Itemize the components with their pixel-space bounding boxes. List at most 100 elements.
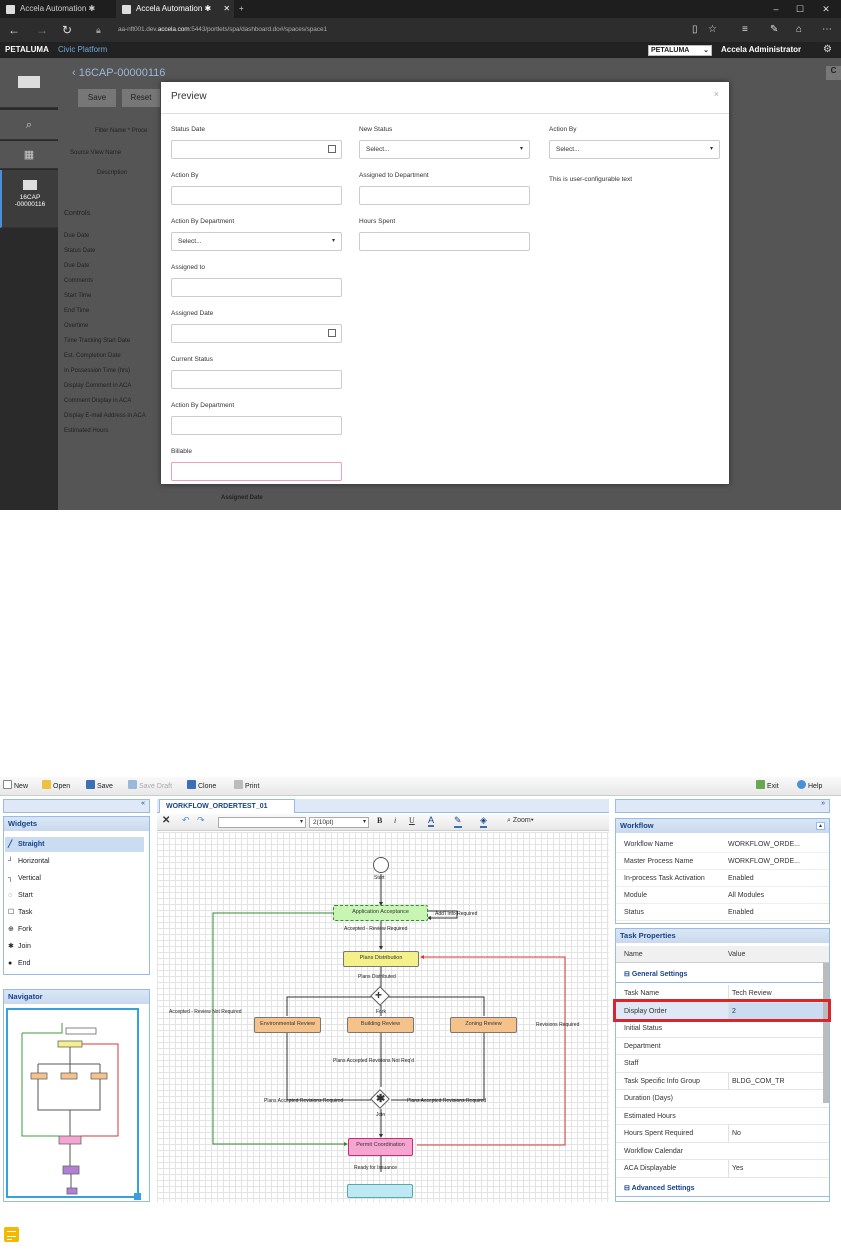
help-button[interactable]: Help xyxy=(797,777,822,796)
widget-item[interactable]: ┘ Horizontal xyxy=(5,854,144,869)
reading-view-icon[interactable]: ▯ xyxy=(692,18,698,42)
select-field[interactable]: Select... ▾ xyxy=(171,232,342,251)
minimize-icon[interactable]: – xyxy=(764,0,788,18)
browser-tab-active[interactable]: Accela Automation ✱ ✕ xyxy=(116,0,234,18)
collapse-right-icon[interactable]: » xyxy=(821,800,825,807)
more-icon[interactable]: ⋯ xyxy=(822,18,832,42)
text-field[interactable] xyxy=(359,232,530,251)
text-field[interactable] xyxy=(171,416,342,435)
workflow-canvas[interactable]: Start Application Acceptance Add'l Info Re… xyxy=(157,832,609,1202)
back-icon[interactable]: ← xyxy=(8,18,20,42)
widget-item[interactable]: ╱ Straight xyxy=(5,837,144,852)
record-tab-button[interactable]: 16CAP -00000116 xyxy=(0,170,58,228)
prop-value[interactable]: Yes xyxy=(728,1160,826,1177)
exit-button[interactable]: Exit xyxy=(756,777,779,796)
side-toggle-button[interactable]: C xyxy=(826,66,841,80)
prop-value[interactable]: No xyxy=(728,1125,826,1142)
collapse-workflow-icon[interactable]: ▲ xyxy=(816,822,825,830)
new-button[interactable]: New xyxy=(3,777,28,796)
save-draft-button[interactable]: Save Draft xyxy=(128,777,172,796)
forward-icon[interactable]: → xyxy=(36,18,48,42)
favorite-star-icon[interactable]: ☆ xyxy=(708,18,717,42)
text-field[interactable] xyxy=(171,278,342,297)
navigator-resize-handle[interactable] xyxy=(134,1193,141,1200)
delete-icon[interactable]: ✕ xyxy=(162,815,170,826)
task-next[interactable] xyxy=(347,1184,413,1198)
save-button[interactable]: Save xyxy=(78,89,116,107)
date-field[interactable] xyxy=(171,324,342,343)
font-family-select[interactable]: ▾ xyxy=(218,817,306,828)
zoom-button[interactable]: ⌕ Zoom▾ xyxy=(507,817,534,825)
text-field[interactable] xyxy=(171,370,342,389)
task-permit-coordination[interactable]: Permit Coordination xyxy=(348,1138,413,1156)
task-plans-distribution[interactable]: Plans Distribution xyxy=(343,951,419,967)
tab-workflow[interactable]: WORKFLOW_ORDERTEST_01 xyxy=(159,799,295,813)
prop-value[interactable]: Enabled xyxy=(728,870,826,887)
hub-icon[interactable]: ≡ xyxy=(742,18,748,42)
refresh-icon[interactable]: ↻ xyxy=(62,18,72,42)
prop-value[interactable]: WORKFLOW_ORDE... xyxy=(728,836,826,853)
close-tab-icon[interactable]: ✕ xyxy=(223,4,230,13)
prop-value[interactable]: BLDG_COM_TR xyxy=(728,1072,826,1090)
close-icon[interactable]: × xyxy=(714,89,719,99)
collapse-left-icon[interactable]: « xyxy=(141,800,145,807)
font-size-select[interactable]: 2(10pt) ▾ xyxy=(309,817,369,828)
reset-button[interactable]: Reset xyxy=(122,89,160,107)
gear-icon[interactable]: ⚙ xyxy=(823,42,832,58)
save-workflow-button[interactable]: Save xyxy=(86,777,113,796)
text-field[interactable] xyxy=(359,186,530,205)
clone-button[interactable]: Clone xyxy=(187,777,216,796)
general-settings-group[interactable]: ⊟ General Settings xyxy=(616,966,829,983)
bold-button[interactable]: B xyxy=(377,816,382,825)
maximize-icon[interactable]: ☐ xyxy=(788,0,812,18)
navigator-viewport[interactable] xyxy=(6,1008,139,1198)
share-icon[interactable]: ⌂ xyxy=(796,18,802,42)
dashboard-button[interactable] xyxy=(0,58,58,108)
chevron-down-icon: ⌄ xyxy=(703,47,709,54)
print-button[interactable]: Print xyxy=(234,777,259,796)
start-node[interactable] xyxy=(373,857,389,873)
prop-value[interactable]: All Modules xyxy=(728,887,826,904)
agency-select[interactable]: PETALUMA ⌄ xyxy=(648,45,712,56)
fill-color-icon[interactable]: ◈ xyxy=(480,815,487,828)
italic-button[interactable]: i xyxy=(394,816,396,825)
undo-icon[interactable]: ↶ xyxy=(182,815,190,826)
close-window-icon[interactable]: ✕ xyxy=(814,0,838,18)
browser-tab[interactable]: Accela Automation ✱ xyxy=(0,0,114,18)
select-field[interactable]: Select... ▾ xyxy=(359,140,530,159)
underline-button[interactable]: U xyxy=(409,816,415,825)
task-zoning-review[interactable]: Zoning Review xyxy=(450,1017,517,1033)
new-tab-button[interactable]: + xyxy=(234,0,254,18)
user-menu[interactable]: Accela Administrator xyxy=(721,42,801,58)
advanced-settings-group[interactable]: ⊟ Advanced Settings xyxy=(616,1180,829,1197)
open-button[interactable]: Open xyxy=(42,777,70,796)
task-scrollbar[interactable] xyxy=(823,963,829,1103)
widget-item[interactable]: ☐ Task xyxy=(5,905,144,920)
edge-label: Start xyxy=(374,875,385,881)
prop-value[interactable]: Enabled xyxy=(728,904,826,921)
chevron-down-icon: ▾ xyxy=(331,238,335,244)
widget-item[interactable]: ✱ Join xyxy=(5,939,144,954)
widget-item[interactable]: ⊕ Fork xyxy=(5,922,144,937)
task-application-acceptance[interactable]: Application Acceptance xyxy=(333,905,428,921)
text-field[interactable] xyxy=(171,186,342,205)
font-color-icon[interactable]: A xyxy=(428,815,435,827)
field-label: Current Status xyxy=(171,356,213,363)
widget-item[interactable]: ┐ Vertical xyxy=(5,871,144,886)
search-button[interactable]: ⌕ xyxy=(0,110,58,140)
calendar-icon[interactable] xyxy=(328,329,336,337)
prop-value[interactable]: WORKFLOW_ORDE... xyxy=(728,853,826,870)
url-field[interactable]: aa-nft001.dev.accela.com:5443/portlets/s… xyxy=(118,18,327,42)
text-field[interactable] xyxy=(171,462,342,481)
line-color-icon[interactable]: ✎ xyxy=(454,815,462,828)
task-building-review[interactable]: Building Review xyxy=(347,1017,414,1033)
widget-item[interactable]: ● End xyxy=(5,956,144,971)
redo-icon[interactable]: ↷ xyxy=(197,815,205,826)
select-field[interactable]: Select... ▾ xyxy=(549,140,720,159)
apps-button[interactable]: ▦ xyxy=(0,141,58,169)
task-environmental-review[interactable]: Environmental Review xyxy=(254,1017,321,1033)
calendar-icon[interactable] xyxy=(328,145,336,153)
widget-item[interactable]: ◌ Start xyxy=(5,888,144,903)
date-field[interactable] xyxy=(171,140,342,159)
notes-icon[interactable]: ✎ xyxy=(770,18,778,42)
